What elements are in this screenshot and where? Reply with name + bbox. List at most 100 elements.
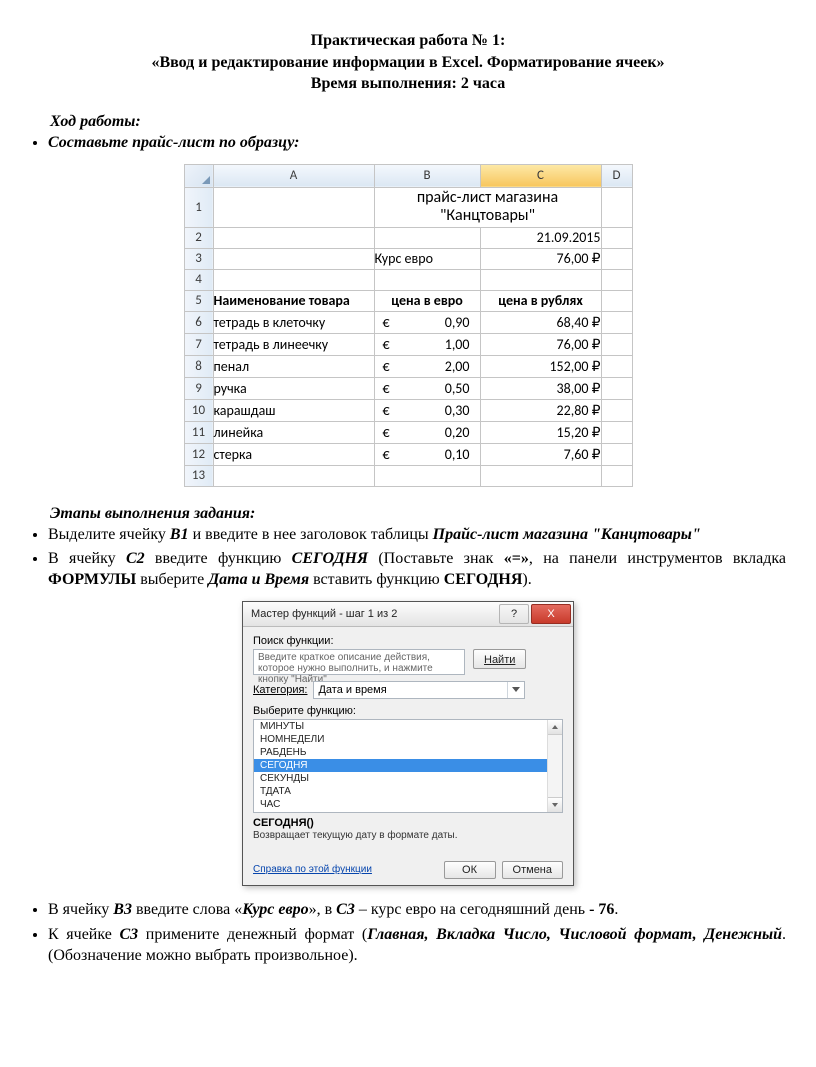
cell-d [601, 399, 632, 421]
euro-value: 0,10 [445, 446, 470, 463]
title-line3: Время выполнения: 2 часа [30, 73, 786, 95]
cancel-button[interactable]: Отмена [502, 861, 563, 879]
title-line1: Практическая работа № 1: [30, 30, 786, 52]
find-button[interactable]: Найти [473, 649, 526, 669]
cell-rub: 76,00 ₽ [480, 333, 601, 355]
value-76: - 76 [589, 901, 614, 918]
euro-icon: € [383, 380, 390, 397]
text-bold-italic: Курс евро [242, 901, 308, 918]
cell-d [601, 311, 632, 333]
cell-d4 [601, 269, 632, 290]
text: », в [309, 901, 337, 918]
cell-b1-merged-title: прайс-лист магазина "Канцтовары" [374, 187, 601, 227]
scroll-up-icon[interactable] [548, 720, 562, 735]
text: В ячейку [48, 901, 113, 918]
excel-table: A B C D 1 прайс-лист магазина "Канцтовар… [184, 164, 633, 487]
text-bold-italic: Прайс-лист магазина "Канцтовары" [433, 526, 701, 543]
function-description: Возвращает текущую дату в формате даты. [253, 830, 563, 841]
text: введите функцию [145, 550, 292, 567]
euro-value: 0,20 [445, 424, 470, 441]
cell-rub: 38,00 ₽ [480, 377, 601, 399]
row-header: 12 [184, 443, 213, 465]
cell-ref: С3 [119, 926, 138, 943]
cell-rub: 15,20 ₽ [480, 421, 601, 443]
euro-value: 0,50 [445, 380, 470, 397]
cell-c3-rate-value: 76,00 ₽ [480, 248, 601, 269]
text: . [614, 901, 618, 918]
step-2: В ячейку С2 введите функцию СЕГОДНЯ (Пос… [48, 549, 786, 591]
cell-d2 [601, 227, 632, 248]
title-line2: «Ввод и редактирование информации в Exce… [30, 52, 786, 74]
euro-icon: € [383, 402, 390, 419]
chevron-down-icon [507, 682, 524, 698]
cell-ref: В3 [113, 901, 132, 918]
cell-b13 [374, 465, 480, 486]
function-listbox[interactable]: МИНУТЫ НОМНЕДЕЛИ РАБДЕНЬ СЕГОДНЯ СЕКУНДЫ… [253, 719, 563, 813]
cell-d [601, 333, 632, 355]
row-header: 1 [184, 187, 213, 227]
close-button[interactable]: X [531, 604, 571, 624]
euro-icon: € [383, 336, 390, 353]
cell-name: тетрадь в клеточку [213, 311, 374, 333]
row-header: 13 [184, 465, 213, 486]
row-header: 3 [184, 248, 213, 269]
text: ). [522, 571, 531, 588]
cell-d [601, 421, 632, 443]
list-item[interactable]: МИНУТЫ [254, 720, 562, 733]
cell-euro: €2,00 [374, 355, 480, 377]
row-header: 10 [184, 399, 213, 421]
scrollbar[interactable] [547, 720, 562, 812]
text: Выделите ячейку [48, 526, 170, 543]
cell-euro: €0,20 [374, 421, 480, 443]
dialog-titlebar: Мастер функций - шаг 1 из 2 ? X [243, 602, 573, 627]
select-function-label: Выберите функцию: [253, 705, 563, 717]
row-header: 5 [184, 290, 213, 311]
text: примените денежный формат ( [138, 926, 367, 943]
cell-d [601, 377, 632, 399]
cell-c2-date: 21.09.2015 [480, 227, 601, 248]
list-item[interactable]: РАБДЕНЬ [254, 746, 562, 759]
ok-button[interactable]: ОК [444, 861, 496, 879]
row-header: 4 [184, 269, 213, 290]
cell-a13 [213, 465, 374, 486]
search-input[interactable]: Введите краткое описание действия, котор… [253, 649, 465, 675]
list-item-selected[interactable]: СЕГОДНЯ [254, 759, 562, 772]
category-label: Категория: [253, 684, 307, 696]
list-item[interactable]: НОМНЕДЕЛИ [254, 733, 562, 746]
cell-ref: С2 [126, 550, 145, 567]
cell-name: стерка [213, 443, 374, 465]
scroll-down-icon[interactable] [548, 797, 562, 812]
text: и введите в нее заголовок таблицы [189, 526, 433, 543]
list-item[interactable]: ЧАС [254, 798, 562, 811]
cell-a4 [213, 269, 374, 290]
text: – курс евро на сегодняшний день [355, 901, 589, 918]
cell-euro: €1,00 [374, 333, 480, 355]
category-combobox[interactable]: Дата и время [313, 681, 525, 699]
text: В ячейку [48, 550, 126, 567]
row-header: 2 [184, 227, 213, 248]
euro-icon: € [383, 446, 390, 463]
cell-d3 [601, 248, 632, 269]
cell-a2 [213, 227, 374, 248]
cell-name: линейка [213, 421, 374, 443]
cell-name: тетрадь в линеечку [213, 333, 374, 355]
search-label: Поиск функции: [253, 635, 563, 647]
cell-d [601, 355, 632, 377]
section-heading-work: Ход работы: [50, 113, 786, 131]
list-item[interactable]: СЕКУНДЫ [254, 772, 562, 785]
cell-rub: 68,40 ₽ [480, 311, 601, 333]
function-help-link[interactable]: Справка по этой функции [253, 864, 372, 875]
cell-euro: €0,90 [374, 311, 480, 333]
task1-text: Составьте прайс-лист по образцу: [48, 134, 299, 151]
tab-name: ФОРМУЛЫ [48, 571, 136, 588]
row-header: 7 [184, 333, 213, 355]
dialog-title-text: Мастер функций - шаг 1 из 2 [251, 608, 397, 620]
cell-name: пенал [213, 355, 374, 377]
cell-b3-rate-label: Курс евро [374, 248, 480, 269]
step-1: Выделите ячейку В1 и введите в нее загол… [48, 525, 786, 546]
cell-d [601, 443, 632, 465]
category-value: Дата и время [318, 684, 386, 696]
list-item[interactable]: ТДАТА [254, 785, 562, 798]
help-button[interactable]: ? [499, 604, 529, 624]
cell-b2 [374, 227, 480, 248]
